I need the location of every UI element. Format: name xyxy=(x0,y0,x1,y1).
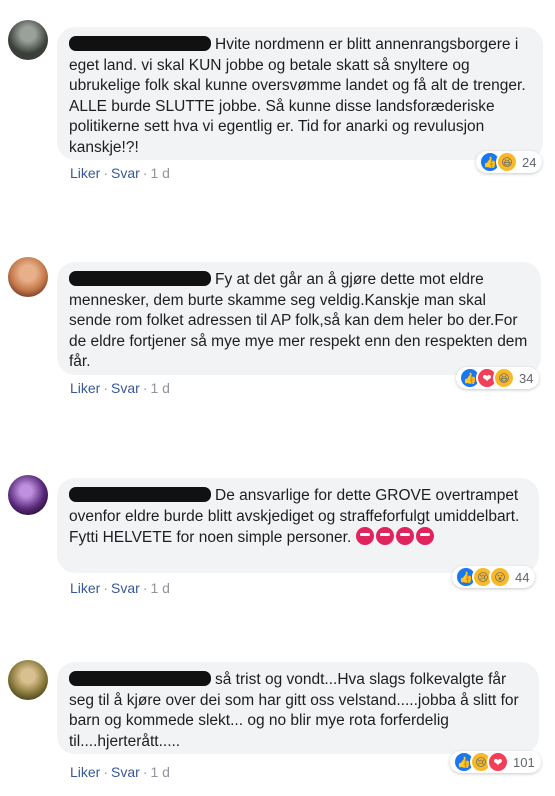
comment-actions: Liker · Svar · 1 d xyxy=(70,764,170,780)
redacted-author-name xyxy=(69,671,211,686)
separator-dot: · xyxy=(142,580,148,596)
reaction-count: 24 xyxy=(522,154,537,170)
haha-icon: 😆 xyxy=(493,367,515,389)
emoji-row xyxy=(355,527,434,545)
timestamp[interactable]: 1 d xyxy=(151,580,170,596)
separator-dot: · xyxy=(142,165,148,181)
redacted-author-name xyxy=(69,36,211,51)
separator-dot: · xyxy=(142,764,148,780)
angry-icon xyxy=(415,527,434,545)
angry-icon xyxy=(355,527,374,545)
comment-bubble: Fy at det går an å gjøre dette mot eldre… xyxy=(57,262,541,375)
reaction-count: 34 xyxy=(519,370,534,386)
like-link[interactable]: Liker xyxy=(70,764,100,780)
comment-actions: Liker · Svar · 1 d xyxy=(70,380,170,396)
love-icon: ❤ xyxy=(487,751,509,773)
reaction-summary[interactable]: 👍 😢 ❤ 101 xyxy=(450,751,541,773)
comment-bubble: så trist og vondt...Hva slags folkevalgt… xyxy=(57,662,539,754)
timestamp[interactable]: 1 d xyxy=(151,380,170,396)
angry-icon xyxy=(395,527,414,545)
comment-actions: Liker · Svar · 1 d xyxy=(70,580,170,596)
redacted-author-name xyxy=(69,271,211,286)
reaction-count: 101 xyxy=(513,754,535,770)
reply-link[interactable]: Svar xyxy=(111,764,140,780)
reaction-summary[interactable]: 👍 ❤ 😆 34 xyxy=(456,367,540,389)
avatar[interactable] xyxy=(8,475,48,515)
reply-link[interactable]: Svar xyxy=(111,380,140,396)
separator-dot: · xyxy=(142,380,148,396)
redacted-author-name xyxy=(69,487,211,502)
angry-icon xyxy=(375,527,394,545)
like-link[interactable]: Liker xyxy=(70,380,100,396)
avatar[interactable] xyxy=(8,660,48,700)
like-link[interactable]: Liker xyxy=(70,580,100,596)
comment-bubble: Hvite nordmenn er blitt annenrangsborger… xyxy=(57,27,543,160)
haha-icon: 😆 xyxy=(496,151,518,173)
separator-dot: · xyxy=(103,165,109,181)
reaction-summary[interactable]: 👍 😆 24 xyxy=(476,151,543,173)
wow-icon: 😮 xyxy=(489,566,511,588)
like-link[interactable]: Liker xyxy=(70,165,100,181)
reply-link[interactable]: Svar xyxy=(111,580,140,596)
reaction-count: 44 xyxy=(515,569,530,585)
reply-link[interactable]: Svar xyxy=(111,165,140,181)
comment-bubble: De ansvarlige for dette GROVE overtrampe… xyxy=(57,478,539,573)
comment-actions: Liker · Svar · 1 d xyxy=(70,165,170,181)
timestamp[interactable]: 1 d xyxy=(151,764,170,780)
separator-dot: · xyxy=(103,764,109,780)
avatar[interactable] xyxy=(8,20,48,60)
comment-text: Hvite nordmenn er blitt annenrangsborger… xyxy=(69,36,526,156)
avatar[interactable] xyxy=(8,257,48,297)
reaction-summary[interactable]: 👍 😢 😮 44 xyxy=(452,566,536,588)
timestamp[interactable]: 1 d xyxy=(151,165,170,181)
separator-dot: · xyxy=(103,380,109,396)
separator-dot: · xyxy=(103,580,109,596)
